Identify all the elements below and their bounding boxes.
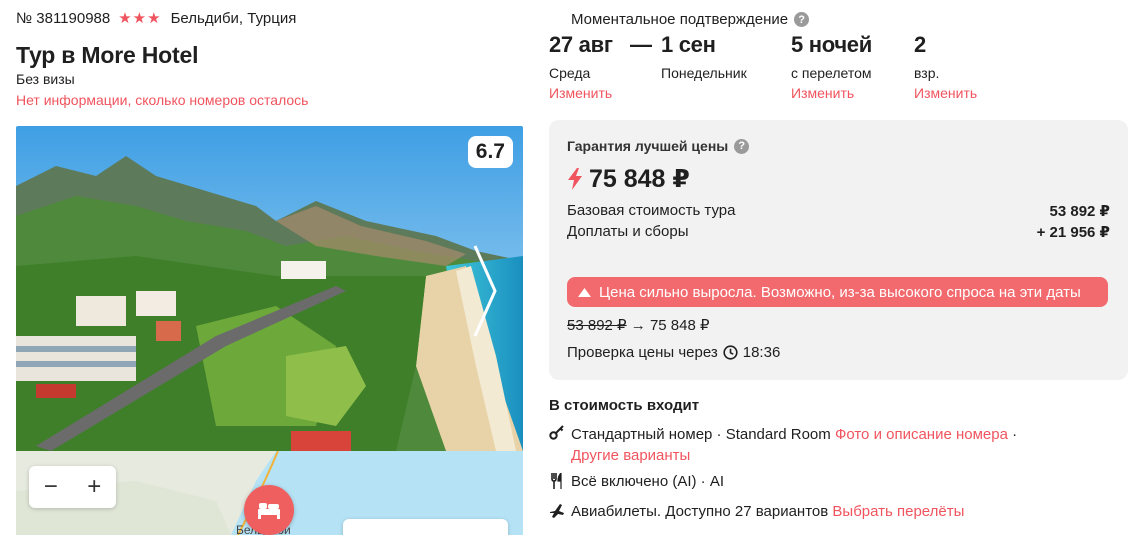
rooms-availability-note: Нет информации, сколько номеров осталось: [16, 92, 309, 108]
price-change: 53 892 ₽ → 75 848 ₽: [567, 316, 710, 334]
nights-count: 5 ночей: [791, 32, 872, 57]
zoom-out-button[interactable]: −: [44, 473, 58, 501]
price-check-label: Проверка цены через: [567, 344, 718, 361]
fees-row: Доплаты и сборы + 21 956 ₽: [567, 223, 1110, 241]
base-price-label: Базовая стоимость тура: [567, 202, 736, 219]
price-increase-alert: Цена сильно выросла. Возможно, из-за выс…: [567, 277, 1108, 307]
zoom-in-button[interactable]: +: [87, 473, 101, 501]
fees-label: Доплаты и сборы: [567, 223, 689, 240]
tour-meta: № 381190988 ★★★ Бельдиби, Турция: [16, 9, 297, 28]
bed-icon: [258, 503, 280, 519]
meal-plan: Всё включено (AI) · AI: [571, 473, 725, 490]
fees-value: + 21 956 ₽: [1036, 224, 1110, 241]
change-nights-link[interactable]: Изменить: [791, 85, 872, 101]
room-description: Стандартный номер · Standard Room: [571, 426, 831, 443]
lightning-icon: [568, 168, 582, 190]
instant-confirmation: Моментальное подтверждение ?: [571, 11, 810, 28]
base-price-value: 53 892 ₽: [1049, 203, 1110, 220]
hotel-location: Бельдиби, Турция: [170, 9, 297, 27]
nights-note: с перелетом: [791, 65, 872, 81]
rating-badge: 6.7: [467, 136, 513, 168]
map-zoom-control: − +: [29, 466, 116, 508]
price-guarantee: Гарантия лучшей цены ?: [567, 138, 750, 154]
hotel-photo: [16, 126, 523, 451]
booking-column: Моментальное подтверждение ? 27 авг Сред…: [549, 0, 1129, 535]
choose-flights-link[interactable]: Выбрать перелёты: [832, 503, 964, 520]
base-price-row: Базовая стоимость тура 53 892 ₽: [567, 202, 1110, 220]
total-price: 75 848 ₽: [567, 164, 690, 194]
price-guarantee-label: Гарантия лучшей цены: [567, 138, 729, 154]
trip-parameters: 27 авг Среда Изменить — 1 сен Понедельни…: [549, 32, 1129, 102]
date-from: 27 авг: [549, 32, 613, 57]
other-variants-link[interactable]: Другие варианты: [571, 447, 690, 464]
map-info-card[interactable]: [343, 519, 508, 535]
included-title: В стоимость входит: [549, 397, 700, 414]
clock-icon: [723, 345, 738, 360]
price-check-timer: Проверка цены через 18:36: [567, 344, 780, 361]
date-to-block: 1 сен Понедельник: [661, 32, 747, 81]
price-increase-alert-text: Цена сильно выросла. Возможно, из-за выс…: [599, 283, 1081, 301]
old-price: 53 892 ₽: [567, 317, 627, 334]
fork-knife-icon: [549, 473, 565, 489]
help-icon[interactable]: ?: [734, 138, 750, 154]
help-icon[interactable]: ?: [794, 12, 810, 27]
visa-info: Без визы: [16, 71, 75, 87]
date-to: 1 сен: [661, 32, 716, 57]
included-room: Стандартный номер · Standard Room Фото и…: [549, 424, 1061, 466]
date-from-block: 27 авг Среда Изменить: [549, 32, 613, 101]
instant-confirmation-label: Моментальное подтверждение: [571, 11, 789, 28]
key-icon: [549, 424, 565, 440]
flights-info: Авиабилеты. Доступно 27 вариантов: [571, 503, 829, 520]
change-dates-link[interactable]: Изменить: [549, 85, 613, 101]
nights-block: 5 ночей с перелетом Изменить: [791, 32, 872, 101]
hotel-photo-gallery[interactable]: 6.7: [16, 126, 523, 451]
price-change-arrow: →: [630, 317, 646, 334]
cloud-icon: [578, 287, 591, 297]
hotel-map[interactable]: − + Бельдиби: [16, 451, 523, 535]
price-panel: Гарантия лучшей цены ? 75 848 ₽ Базовая …: [549, 120, 1128, 380]
new-price: 75 848 ₽: [649, 317, 710, 334]
hotel-stars: ★★★: [118, 10, 162, 27]
hotel-map-pin[interactable]: [244, 485, 294, 535]
page-title: Тур в More Hotel: [16, 42, 199, 68]
price-check-time: 18:36: [742, 344, 781, 361]
room-details-link[interactable]: Фото и описание номера: [835, 426, 1008, 443]
date-from-weekday: Среда: [549, 65, 591, 81]
adults-count: 2: [914, 32, 926, 57]
change-adults-link[interactable]: Изменить: [914, 85, 977, 101]
included-meal: Всё включено (AI) · AI: [549, 473, 724, 490]
chevron-right-icon[interactable]: [471, 241, 499, 341]
total-price-value: 75 848 ₽: [589, 165, 690, 193]
date-separator: —: [630, 32, 652, 57]
hotel-column: № 381190988 ★★★ Бельдиби, Турция Тур в M…: [16, 0, 523, 535]
adults-block: 2 взр. Изменить: [914, 32, 977, 101]
airplane-icon: [549, 503, 565, 519]
room-separator: ·: [1012, 426, 1018, 443]
date-to-weekday: Понедельник: [661, 65, 747, 81]
included-flights: Авиабилеты. Доступно 27 вариантов Выбрат…: [549, 503, 964, 520]
tour-id: № 381190988: [16, 9, 111, 27]
adults-note: взр.: [914, 65, 940, 81]
